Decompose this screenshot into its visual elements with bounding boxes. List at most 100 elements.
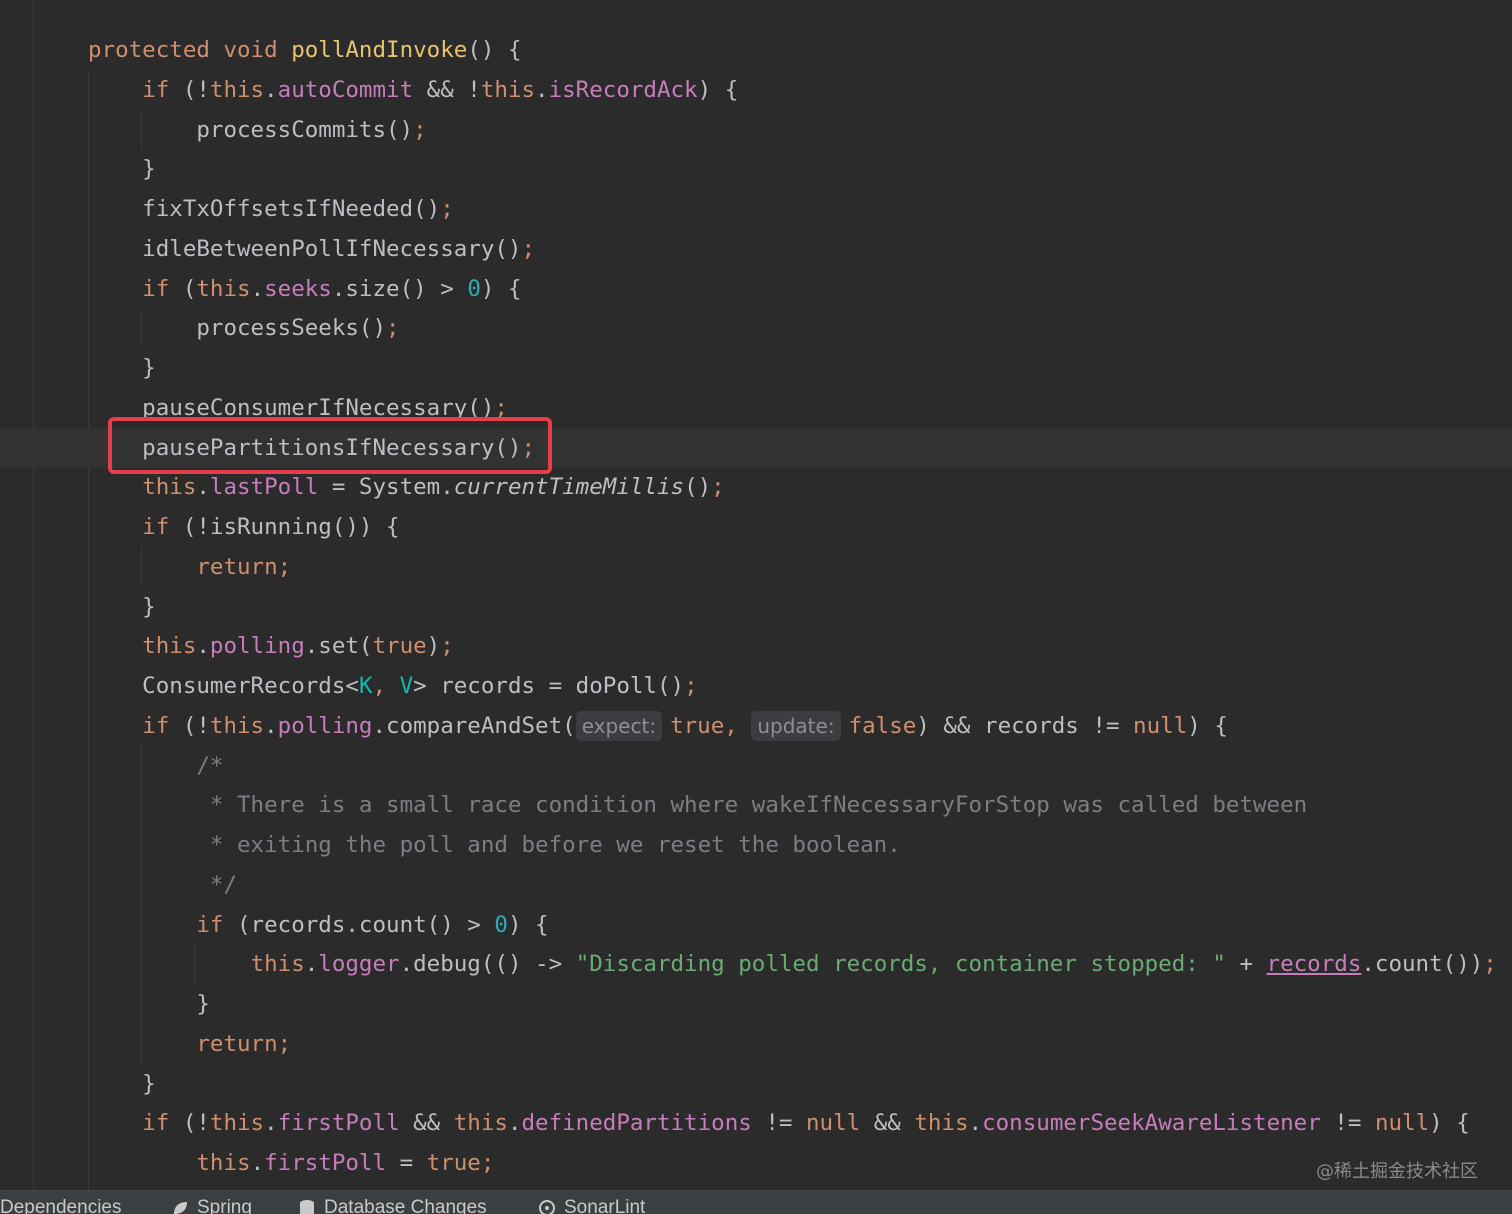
code-token: null <box>1374 1110 1430 1137</box>
code-token: K <box>358 673 373 699</box>
tool-window-bar: Dependencies Spring Database Changes Son… <box>0 1190 1512 1214</box>
code-token: 0 <box>494 911 508 938</box>
code-token: ) { <box>480 275 522 302</box>
code-token: } <box>88 991 210 1017</box>
code-line[interactable]: idleBetweenPollIfNecessary(); <box>0 230 1497 270</box>
code-token: true <box>670 712 725 739</box>
code-token: lastPoll <box>209 474 319 501</box>
code-token: } <box>88 593 156 620</box>
code-token: (!isRunning()) { <box>182 514 400 540</box>
code-token: . <box>507 1110 522 1137</box>
code-token: firstPoll <box>264 1150 387 1176</box>
code-token: * exiting the poll and before we reset t… <box>196 832 901 858</box>
code-token: = <box>386 1150 427 1176</box>
code-token: this <box>142 474 197 501</box>
code-line[interactable]: return; <box>0 1025 1497 1065</box>
code-line[interactable]: this.polling.set(true); <box>0 627 1497 667</box>
code-token: > records = doPoll() <box>413 673 685 699</box>
code-token: pollAndInvoke <box>291 37 468 63</box>
code-token: currentTimeMillis <box>453 474 685 501</box>
code-token: ; <box>684 673 698 699</box>
code-token: isRecordAck <box>548 76 698 103</box>
code-token: && <box>399 1110 454 1137</box>
code-token: V <box>399 673 414 699</box>
code-token: ) { <box>1429 1110 1470 1137</box>
highlight-annotation-box <box>108 417 552 474</box>
tab-dependencies[interactable]: Dependencies <box>0 1197 121 1214</box>
code-line[interactable]: this.firstPoll = true; <box>0 1144 1497 1184</box>
code-editor[interactable]: protected void pollAndInvoke() { if (!th… <box>0 0 1512 1190</box>
code-line[interactable]: return; <box>0 548 1497 588</box>
code-line[interactable]: if (!this.firstPoll && this.definedParti… <box>0 1104 1497 1144</box>
code-line[interactable]: this.logger.debug(() -> "Discarding poll… <box>0 945 1497 985</box>
code-token: records <box>1266 951 1362 978</box>
code-token: ; <box>413 116 427 143</box>
code-line[interactable]: */ <box>0 866 1497 906</box>
code-token: this <box>453 1110 508 1137</box>
code-token: . <box>250 275 265 302</box>
code-token: return <box>196 553 278 580</box>
code-lines[interactable]: protected void pollAndInvoke() { if (!th… <box>0 31 1497 1184</box>
code-token: . <box>304 951 319 978</box>
code-token: = System. <box>318 474 454 501</box>
code-token: } <box>88 1070 156 1097</box>
code-line[interactable]: } <box>0 349 1497 389</box>
code-token: /* <box>196 752 224 779</box>
code-line[interactable]: if (!isRunning()) { <box>0 508 1497 548</box>
code-line[interactable]: /* <box>0 747 1497 787</box>
code-token: null <box>805 1110 861 1137</box>
code-token: this <box>480 76 536 103</box>
code-token: this <box>196 275 251 302</box>
code-line[interactable]: } <box>0 985 1497 1025</box>
code-token: () { <box>467 37 522 63</box>
parameter-hint: expect: <box>575 710 663 741</box>
code-line[interactable]: if (records.count() > 0) { <box>0 906 1497 946</box>
code-token: ) && records != <box>916 712 1134 739</box>
code-token: true <box>372 633 427 660</box>
parameter-hint: update: <box>751 710 841 741</box>
code-line[interactable]: this.lastPoll = System.currentTimeMillis… <box>0 468 1497 508</box>
code-token: ; <box>277 1030 292 1057</box>
code-line[interactable]: } <box>0 150 1497 190</box>
tab-sonarlint[interactable]: SonarLint <box>538 1197 645 1214</box>
code-line[interactable]: protected void pollAndInvoke() { <box>0 31 1497 71</box>
code-token: ; <box>386 315 400 342</box>
code-token: (! <box>182 76 210 103</box>
code-token: .count()) <box>1361 951 1484 978</box>
code-token: . <box>250 1150 265 1176</box>
code-line[interactable]: if (this.seeks.size() > 0) { <box>0 270 1497 310</box>
tab-database-changes[interactable]: Database Changes <box>298 1197 487 1214</box>
code-line[interactable]: ConsumerRecords<K, V> records = doPoll()… <box>0 667 1497 707</box>
code-token: polling <box>209 633 305 660</box>
code-token: . <box>264 712 278 739</box>
code-line[interactable]: * There is a small race condition where … <box>0 786 1497 826</box>
code-line[interactable]: processSeeks(); <box>0 309 1497 349</box>
code-token: protected <box>88 37 224 63</box>
code-token: void <box>223 37 292 63</box>
code-line[interactable]: } <box>0 588 1497 628</box>
spring-leaf-icon <box>174 1202 187 1214</box>
code-line[interactable]: fixTxOffsetsIfNeeded(); <box>0 190 1497 230</box>
code-token: if <box>196 911 238 938</box>
code-token: .debug(() -> <box>399 951 576 978</box>
code-token: * There is a small race condition where … <box>196 792 1308 819</box>
code-token: "Discarding polled records, container st… <box>575 951 1226 978</box>
code-line[interactable]: if (!this.autoCommit && !this.isRecordAc… <box>0 71 1497 111</box>
tab-spring[interactable]: Spring <box>171 1197 252 1214</box>
code-line[interactable]: } <box>0 1065 1497 1105</box>
code-token: ) { <box>697 76 739 103</box>
code-token: } <box>88 156 156 183</box>
code-line[interactable]: if (!this.polling.compareAndSet(expect: t… <box>0 707 1497 747</box>
code-line[interactable]: * exiting the poll and before we reset t… <box>0 826 1497 866</box>
code-token: 0 <box>467 275 481 302</box>
database-icon <box>300 1200 314 1214</box>
code-token: firstPoll <box>277 1110 400 1137</box>
code-line[interactable]: processCommits(); <box>0 111 1497 151</box>
code-token: this <box>209 712 265 739</box>
tab-label: Dependencies <box>0 1197 122 1214</box>
code-token: .set( <box>304 633 373 660</box>
